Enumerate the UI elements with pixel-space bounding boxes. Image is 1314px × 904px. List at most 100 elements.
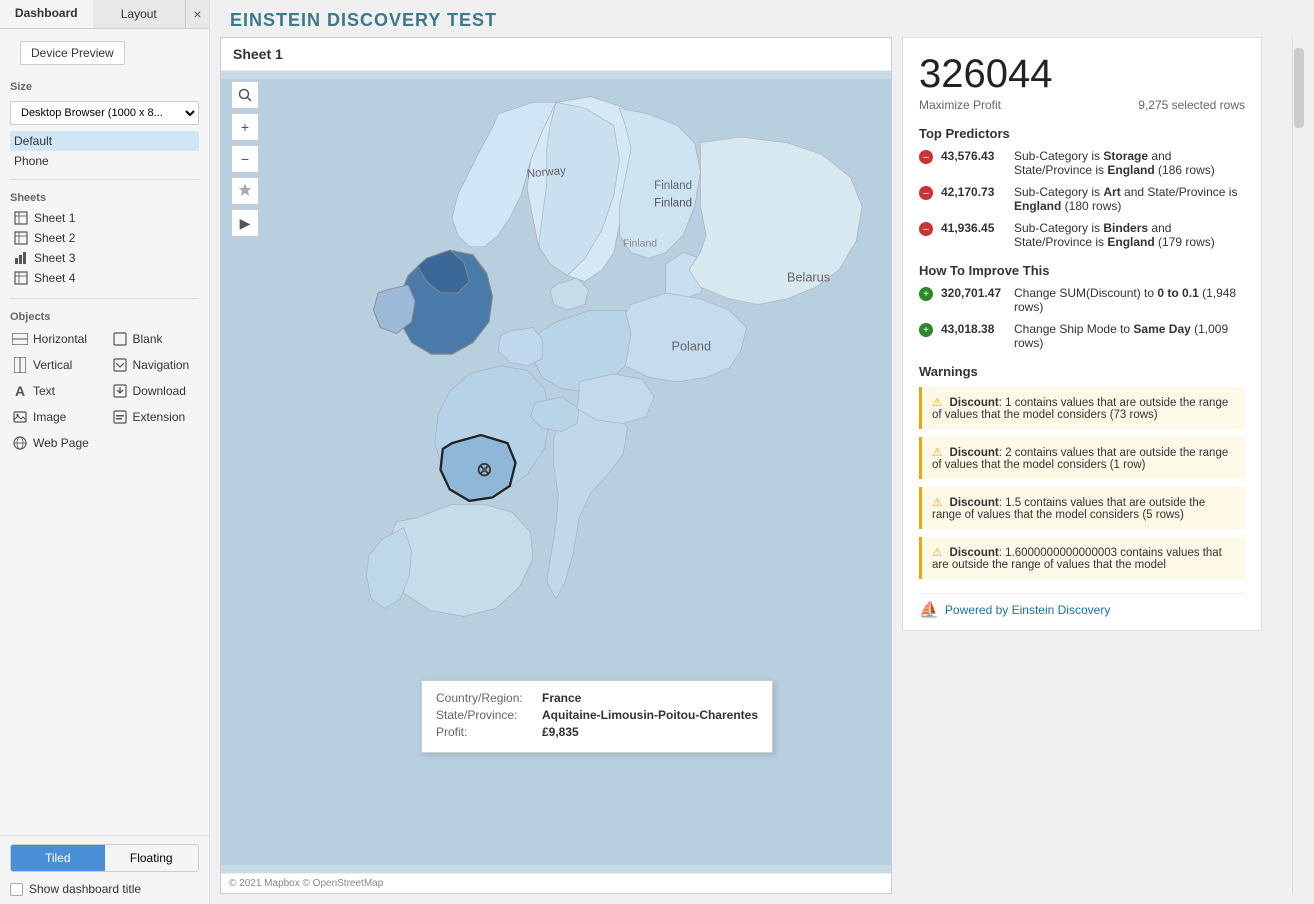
floating-button[interactable]: Floating <box>105 845 199 871</box>
improve-desc-1: Change SUM(Discount) to 0 to 0.1 (1,948 … <box>1014 286 1245 314</box>
sidebar: Dashboard Layout × Device Preview Size D… <box>0 0 210 904</box>
warnings-section: Warnings ⚠ Discount: 1 contains values t… <box>919 364 1245 579</box>
pin-button[interactable] <box>231 177 259 205</box>
predictor-desc-2: Sub-Category is Art and State/Province i… <box>1014 185 1245 213</box>
improve-amount-2: 43,018.38 <box>941 322 1006 336</box>
objects-label: Objects <box>10 311 199 323</box>
improve-title: How To Improve This <box>919 263 1245 278</box>
svg-text:Belarus: Belarus <box>787 270 830 284</box>
map-controls: + − ▶ <box>231 81 259 237</box>
tooltip-state-value: Aquitaine-Limousin-Poitou-Charentes <box>542 708 758 722</box>
warnings-title: Warnings <box>919 364 1245 379</box>
sheets-label: Sheets <box>10 192 199 204</box>
object-text[interactable]: A Text <box>10 379 100 403</box>
map-container: Belarus Poland <box>221 71 891 873</box>
navigation-label: Navigation <box>133 358 190 372</box>
object-vertical[interactable]: Vertical <box>10 353 100 377</box>
predictor-icon-3: – <box>919 222 933 236</box>
improve-icon-2: + <box>919 323 933 337</box>
warning-icon-1: ⚠ <box>932 397 942 409</box>
predictor-desc-1: Sub-Category is Storage and State/Provin… <box>1014 149 1245 177</box>
sheet-item-1[interactable]: Sheet 1 <box>10 208 199 228</box>
powered-by-link[interactable]: Powered by Einstein Discovery <box>945 603 1110 617</box>
tooltip-state-row: State/Province: Aquitaine-Limousin-Poito… <box>436 708 758 722</box>
tiled-button[interactable]: Tiled <box>11 845 105 871</box>
webpage-label: Web Page <box>33 436 89 450</box>
tab-layout[interactable]: Layout <box>93 0 186 28</box>
tooltip-country-value: France <box>542 691 581 705</box>
sheet-item-3[interactable]: Sheet 3 <box>10 248 199 268</box>
tab-dashboard[interactable]: Dashboard <box>0 0 93 28</box>
map-search-button[interactable] <box>231 81 259 109</box>
dashboard-title: EINSTEIN DISCOVERY TEST <box>210 0 1314 37</box>
object-horizontal[interactable]: Horizontal <box>10 327 100 351</box>
zoom-in-button[interactable]: + <box>231 113 259 141</box>
sheet-icon-2 <box>14 231 28 245</box>
object-extension[interactable]: Extension <box>110 405 200 429</box>
tooltip-profit-row: Profit: £9,835 <box>436 725 758 739</box>
map-panel: Sheet 1 <box>220 37 892 894</box>
einstein-panel: 326044 Maximize Profit 9,275 selected ro… <box>902 37 1262 631</box>
svg-text:Poland: Poland <box>672 340 712 354</box>
predictors-title: Top Predictors <box>919 126 1245 141</box>
dashboard-body: Sheet 1 <box>210 37 1314 904</box>
metric-subtitle: Maximize Profit 9,275 selected rows <box>919 98 1245 112</box>
warning-icon-4: ⚠ <box>932 547 942 559</box>
predictor-amount-2: 42,170.73 <box>941 185 1006 199</box>
predictor-amount-1: 43,576.43 <box>941 149 1006 163</box>
text-label: Text <box>33 384 55 398</box>
extension-icon <box>112 409 128 425</box>
scrollbar-thumb[interactable] <box>1294 48 1304 128</box>
show-title-checkbox[interactable] <box>10 883 23 896</box>
warning-icon-3: ⚠ <box>932 497 942 509</box>
object-navigation[interactable]: Navigation <box>110 353 200 377</box>
device-preview-button[interactable]: Device Preview <box>20 41 125 65</box>
scrollbar[interactable] <box>1292 37 1304 894</box>
predictor-row-2: – 42,170.73 Sub-Category is Art and Stat… <box>919 185 1245 213</box>
svg-text:Finland: Finland <box>654 180 692 192</box>
download-label: Download <box>133 384 186 398</box>
play-button[interactable]: ▶ <box>231 209 259 237</box>
predictors-section: Top Predictors – 43,576.43 Sub-Category … <box>919 126 1245 249</box>
improve-row-2: + 43,018.38 Change Ship Mode to Same Day… <box>919 322 1245 350</box>
horizontal-label: Horizontal <box>33 332 87 346</box>
objects-grid: Horizontal Blank Vertical Navigation <box>10 327 199 455</box>
improve-desc-2: Change Ship Mode to Same Day (1,009 rows… <box>1014 322 1245 350</box>
object-webpage[interactable]: Web Page <box>10 431 100 455</box>
text-icon: A <box>12 383 28 399</box>
tooltip-state-label: State/Province: <box>436 708 536 722</box>
zoom-out-button[interactable]: − <box>231 145 259 173</box>
tooltip-country-row: Country/Region: France <box>436 691 758 705</box>
object-image[interactable]: Image <box>10 405 100 429</box>
show-title-label: Show dashboard title <box>29 882 141 896</box>
close-icon[interactable]: × <box>185 0 209 28</box>
object-download[interactable]: Download <box>110 379 200 403</box>
blank-icon <box>112 331 128 347</box>
sheet-label-3: Sheet 3 <box>34 251 75 265</box>
einstein-boat-icon: ⛵ <box>919 600 939 620</box>
tooltip-country-label: Country/Region: <box>436 691 536 705</box>
map-footer: © 2021 Mapbox © OpenStreetMap <box>221 873 891 893</box>
sheet-icon-3 <box>14 251 28 265</box>
preset-default[interactable]: Default <box>10 131 199 151</box>
predictor-amount-3: 41,936.45 <box>941 221 1006 235</box>
improve-section: How To Improve This + 320,701.47 Change … <box>919 263 1245 350</box>
preset-phone[interactable]: Phone <box>10 151 199 171</box>
sheet-item-4[interactable]: Sheet 4 <box>10 268 199 288</box>
predictor-icon-2: – <box>919 186 933 200</box>
vertical-icon <box>12 357 28 373</box>
horizontal-icon <box>12 331 28 347</box>
sheet-title: Sheet 1 <box>221 38 891 71</box>
sidebar-bottom: Tiled Floating Show dashboard title <box>0 835 209 904</box>
map-tooltip: Country/Region: France State/Province: A… <box>421 680 773 753</box>
sheet-label-4: Sheet 4 <box>34 271 75 285</box>
sheet-item-2[interactable]: Sheet 2 <box>10 228 199 248</box>
sheet-label-1: Sheet 1 <box>34 211 75 225</box>
sheet-icon-1 <box>14 211 28 225</box>
warning-card-1: ⚠ Discount: 1 contains values that are o… <box>919 387 1245 429</box>
image-icon <box>12 409 28 425</box>
object-blank[interactable]: Blank <box>110 327 200 351</box>
sheets-section: Sheets Sheet 1 Sheet 2 Sheet 3 Sheet 4 <box>0 186 209 292</box>
show-title-row[interactable]: Show dashboard title <box>0 878 209 904</box>
size-dropdown[interactable]: Desktop Browser (1000 x 8... <box>10 101 199 125</box>
